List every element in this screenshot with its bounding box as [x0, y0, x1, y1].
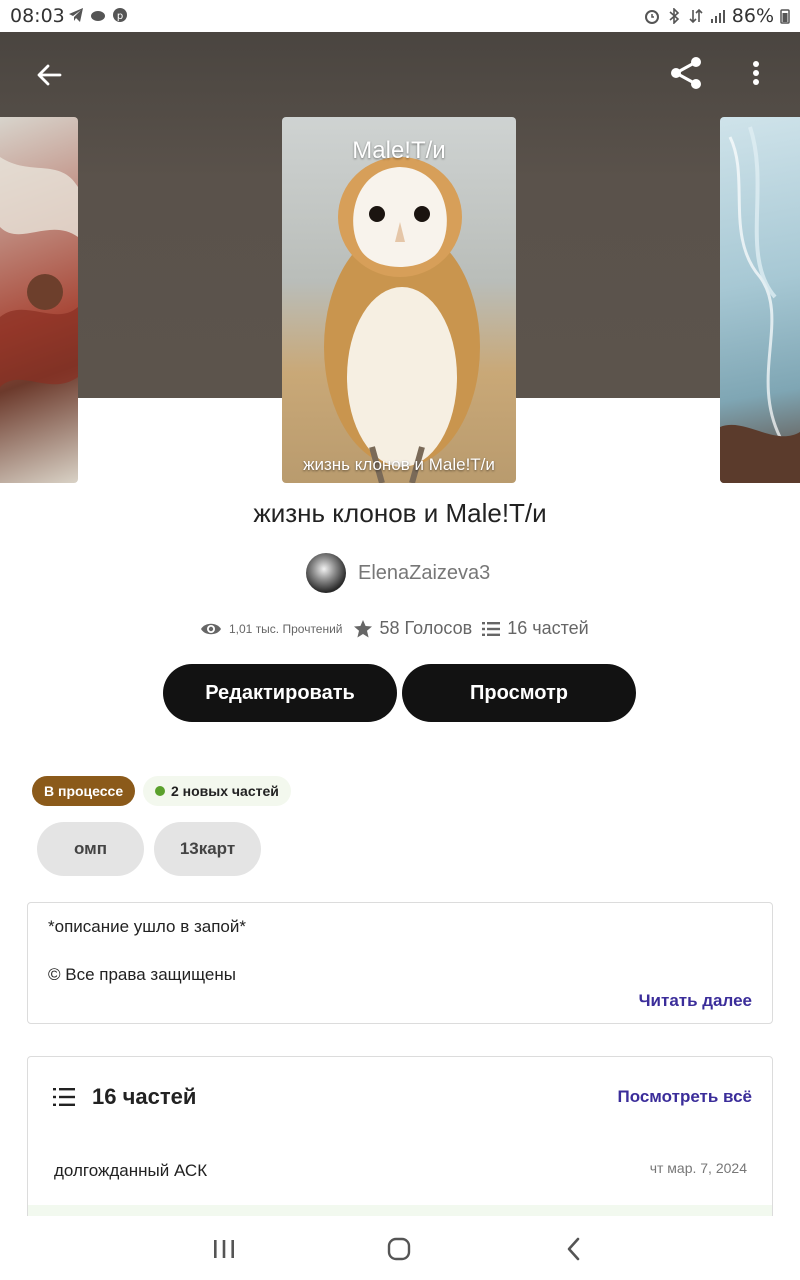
telegram-icon — [69, 8, 83, 22]
next-story-cover[interactable] — [720, 117, 800, 483]
avatar[interactable] — [306, 553, 346, 593]
votes-stat: 58 Голосов — [353, 618, 473, 639]
story-stats: 1,01 тыс. Прочтений 58 Голосов 16 частей — [200, 618, 589, 639]
recent-apps-button[interactable] — [204, 1234, 244, 1264]
owl-image — [324, 157, 480, 483]
home-button[interactable] — [379, 1234, 419, 1264]
cloud-icon — [91, 11, 105, 21]
illustration-image — [0, 157, 78, 387]
read-more-link[interactable]: Читать далее — [639, 991, 752, 1011]
back-button[interactable] — [29, 55, 69, 95]
new-dot-icon — [155, 786, 165, 796]
description-card: *описание ушло в запой* © Все права защи… — [27, 902, 773, 1024]
share-icon — [671, 57, 701, 89]
status-time: 08:03 — [10, 5, 65, 27]
share-button[interactable] — [666, 53, 706, 93]
see-all-link[interactable]: Посмотреть всё — [617, 1087, 752, 1107]
chevron-left-icon — [567, 1237, 580, 1261]
star-icon — [353, 619, 372, 637]
status-notification-icons: p — [68, 7, 128, 23]
data-transfer-icon — [689, 8, 703, 24]
list-icon — [53, 1088, 75, 1106]
system-navigation-bar — [0, 1216, 800, 1280]
preview-button[interactable]: Просмотр — [402, 664, 636, 722]
parts-count: 16 частей — [507, 618, 589, 638]
new-parts-badge: 2 новых частей — [143, 776, 291, 806]
pinterest-icon: p — [113, 8, 127, 22]
parts-stat: 16 частей — [482, 618, 589, 639]
illustration-image — [720, 126, 800, 483]
battery-level: 86% — [731, 5, 774, 27]
recent-apps-icon — [214, 1240, 234, 1258]
cover-subtitle: жизнь клонов и Male!T/и — [303, 455, 495, 474]
reads-count: 1,01 тыс. Прочтений — [229, 621, 343, 636]
alarm-icon — [644, 10, 659, 24]
votes-count: 58 Голосов — [379, 618, 473, 638]
parts-title: 16 частей — [92, 1084, 197, 1109]
back-system-button[interactable] — [554, 1234, 594, 1264]
svg-text:p: p — [117, 11, 123, 22]
story-title: жизнь клонов и Male!T/и — [253, 498, 547, 528]
status-bar: 08:03 p 86% — [0, 0, 800, 32]
new-parts-label: 2 новых частей — [171, 783, 279, 799]
more-vertical-icon — [753, 61, 759, 85]
part-list-item[interactable]: долгожданный АСК чт мар. 7, 2024 — [28, 1145, 772, 1205]
cover-title: Male!T/и — [352, 137, 446, 164]
author-name[interactable]: ElenaZaizeva3 — [358, 562, 490, 585]
home-icon — [387, 1237, 411, 1261]
arrow-left-icon — [37, 64, 62, 86]
list-icon — [482, 621, 501, 636]
description-text: *описание ушло в запой* — [48, 917, 246, 936]
author-link[interactable]: ElenaZaizeva3 — [306, 553, 490, 593]
battery-icon — [780, 9, 790, 24]
part-title: долгожданный АСК — [54, 1161, 208, 1180]
previous-story-cover[interactable] — [0, 117, 78, 483]
copyright-text: © Все права защищены — [48, 965, 236, 984]
status-badge: В процессе — [32, 776, 136, 806]
tag-omp[interactable]: омп — [37, 822, 144, 876]
part-date: чт мар. 7, 2024 — [649, 1160, 747, 1176]
signal-icon — [710, 10, 725, 23]
parts-card: 16 частей Посмотреть всё долгожданный АС… — [27, 1056, 773, 1238]
reads-stat: 1,01 тыс. Прочтений — [200, 621, 343, 637]
eye-icon — [201, 623, 221, 634]
story-cover[interactable]: Male!T/и жизнь клонов и Male!T/и — [282, 117, 516, 483]
bluetooth-icon — [669, 8, 679, 24]
edit-button[interactable]: Редактировать — [163, 664, 397, 722]
more-options-button[interactable] — [736, 53, 776, 93]
status-system-icons: 86% — [644, 5, 790, 27]
tag-13kart[interactable]: 13карт — [154, 822, 261, 876]
